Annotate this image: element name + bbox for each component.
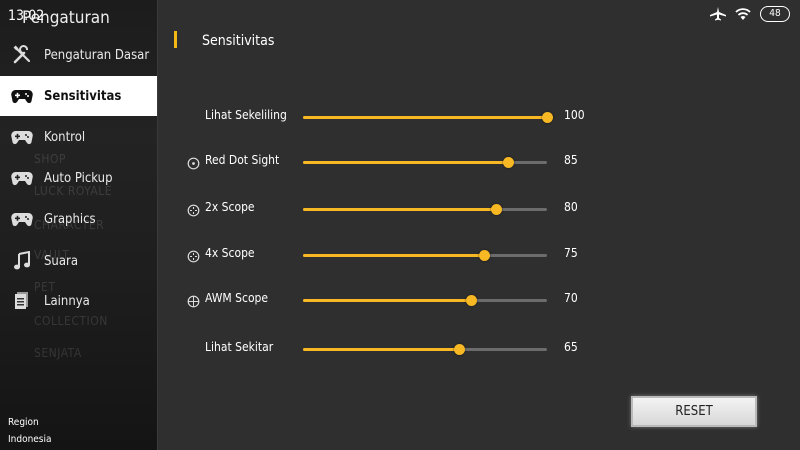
region-value: Indonesia (8, 434, 52, 445)
slider-value: 85 (564, 153, 578, 167)
music-note-icon (11, 250, 33, 272)
sidebar-item-sensitivitas[interactable]: Sensitivitas (0, 76, 157, 116)
sidebar-item-auto-pickup[interactable]: Auto Pickup (0, 158, 157, 198)
section-title: Sensitivitas (202, 33, 275, 49)
slider-value: 80 (564, 200, 578, 214)
slider-label: Red Dot Sight (205, 153, 280, 167)
reset-button[interactable]: RESET (631, 396, 757, 427)
slider-label: AWM Scope (205, 291, 269, 305)
slider-lihat-sekeliling: Lihat Sekeliling 100 (158, 107, 800, 127)
sidebar-item-label: Lainnya (44, 293, 90, 309)
slider-track[interactable] (303, 344, 547, 355)
slider-label: Lihat Sekeliling (205, 108, 287, 122)
tools-icon (11, 44, 33, 66)
region-label: Region (8, 417, 39, 428)
sidebar-item-label: Auto Pickup (44, 170, 113, 186)
red-dot-sight-icon (187, 155, 200, 170)
slider-track[interactable] (303, 204, 547, 215)
slider-track[interactable] (303, 250, 547, 261)
slider-fill (303, 208, 496, 211)
sidebar-item-pengaturan-dasar[interactable]: Pengaturan Dasar (0, 35, 157, 75)
gamepad-icon (11, 85, 33, 107)
slider-fill (303, 161, 508, 164)
sidebar-item-graphics[interactable]: Graphics (0, 199, 157, 239)
slider-thumb[interactable] (466, 295, 478, 306)
slider-track[interactable] (303, 295, 547, 306)
slider-label: 4x Scope (205, 246, 255, 260)
sidebar-item-label: Pengaturan Dasar (44, 47, 150, 63)
slider-fill (303, 254, 484, 257)
scope-icon (187, 202, 200, 217)
slider-thumb[interactable] (502, 157, 514, 168)
wifi-icon (734, 7, 752, 21)
sidebar-item-label: Graphics (44, 211, 96, 227)
battery-icon: 48 (760, 6, 790, 22)
sidebar-item-label: Suara (44, 253, 78, 269)
status-time: 13:02 (8, 8, 45, 24)
sidebar-item-label: Kontrol (44, 129, 86, 145)
slider-value: 100 (564, 108, 585, 122)
slider-4x-scope: 4x Scope 75 (158, 245, 800, 265)
sidebar-item-suara[interactable]: Suara (0, 241, 157, 281)
scope-icon (187, 248, 200, 263)
slider-fill (303, 299, 472, 302)
slider-track[interactable] (303, 157, 547, 168)
slider-2x-scope: 2x Scope 80 (158, 199, 800, 219)
slider-value: 70 (564, 291, 578, 305)
sidebar-item-lainnya[interactable]: Lainnya (0, 281, 157, 321)
slider-thumb[interactable] (478, 250, 490, 261)
slider-value: 65 (564, 340, 578, 354)
slider-lihat-sekitar: Lihat Sekitar 65 (158, 339, 800, 359)
section-accent-bar (174, 31, 177, 48)
airplane-icon (710, 7, 726, 21)
background-text: SENJATA (34, 346, 82, 360)
slider-thumb[interactable] (490, 204, 502, 215)
slider-thumb[interactable] (454, 344, 466, 355)
sidebar-item-kontrol[interactable]: Kontrol (0, 117, 157, 157)
settings-panel: Sensitivitas Lihat Sekeliling 100 Red Do… (158, 0, 800, 450)
region-info: Region Indonesia (8, 414, 52, 448)
slider-value: 75 (564, 246, 578, 260)
slider-awm-scope: AWM Scope 70 (158, 290, 800, 310)
sidebar: SHOP LUCK ROYALE CHARACTER VAULT PET COL… (0, 0, 158, 450)
slider-label: Lihat Sekitar (205, 340, 274, 354)
gamepad-icon (11, 126, 33, 148)
slider-label: 2x Scope (205, 200, 255, 214)
status-icons: 48 (710, 6, 790, 22)
slider-thumb[interactable] (542, 112, 553, 123)
crosshair-icon (187, 293, 200, 308)
slider-red-dot-sight: Red Dot Sight 85 (158, 152, 800, 172)
gamepad-icon (11, 167, 33, 189)
slider-fill (303, 348, 460, 351)
slider-track[interactable] (303, 112, 553, 123)
sidebar-item-label: Sensitivitas (44, 88, 122, 104)
slider-fill (303, 116, 547, 119)
document-icon (11, 290, 33, 312)
gamepad-icon (11, 208, 33, 230)
